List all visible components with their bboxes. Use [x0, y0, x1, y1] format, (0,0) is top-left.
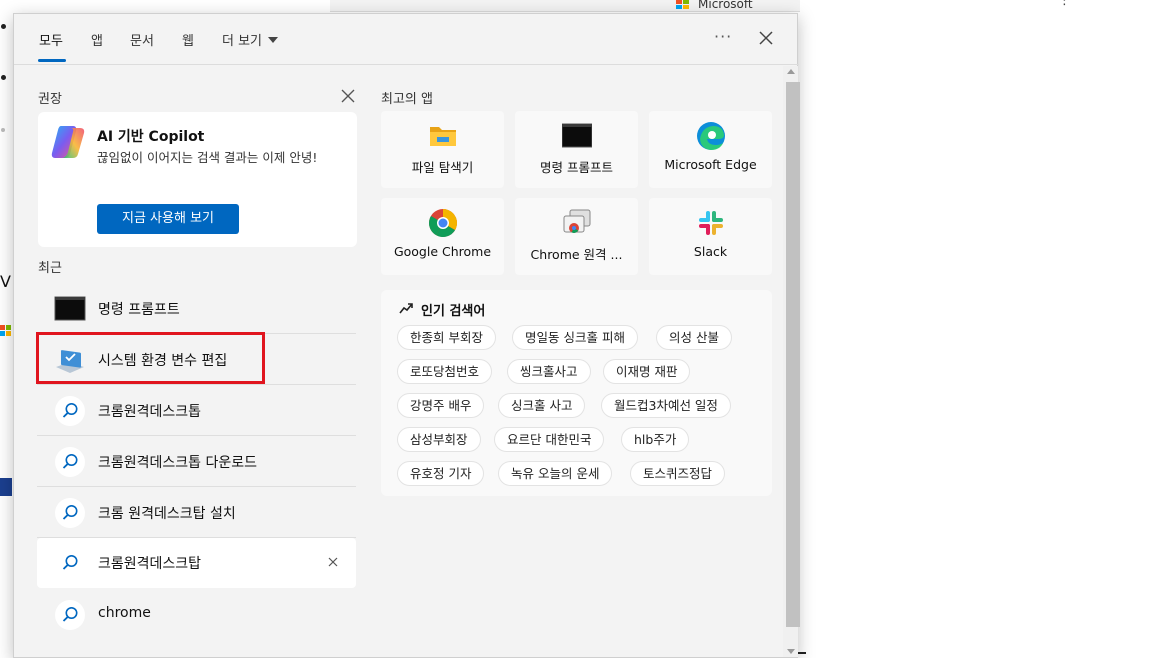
recent-item-search-3[interactable]: 크롬 원격데스크탑 설치 [37, 488, 356, 538]
app-tile-file-explorer[interactable]: 파일 탐색기 [381, 111, 504, 188]
trending-chip[interactable]: 한종희 부회장 [397, 325, 496, 350]
recent-item-label: chrome [98, 605, 151, 621]
scrollbar[interactable] [783, 66, 800, 657]
trending-chip[interactable]: 씽크홀사고 [507, 359, 591, 384]
trending-arrow-icon [399, 303, 413, 314]
app-tile-command-prompt[interactable]: 명령 프롬프트 [515, 111, 638, 188]
trending-chip[interactable]: 녹유 오늘의 운세 [498, 461, 613, 486]
bullet-icon [1, 128, 5, 132]
recent-item-label: 크롬원격데스크탑 [98, 556, 202, 572]
trending-chip[interactable]: 유호정 기자 [397, 461, 485, 486]
background-logo-icon [0, 478, 12, 496]
top-apps-heading: 최고의 앱 [381, 92, 433, 107]
recent-heading: 최근 [38, 261, 62, 276]
recent-item-label: 명령 프롬프트 [98, 302, 180, 318]
copilot-icon [51, 126, 85, 158]
recent-item-command-prompt[interactable]: 명령 프롬프트 [37, 284, 356, 334]
divider [37, 435, 356, 436]
tab-web[interactable]: 웹 [182, 30, 194, 49]
copilot-description: 끊임없이 이어지는 검색 결과는 이제 안녕! [97, 150, 318, 165]
scroll-down-icon[interactable] [787, 649, 795, 654]
divider [37, 486, 356, 487]
recommended-heading: 권장 [38, 92, 62, 107]
trending-chip[interactable]: 월드컵3차예선 일정 [601, 393, 731, 418]
tab-more[interactable]: 더 보기 [222, 30, 279, 49]
cmd-icon [562, 123, 592, 148]
search-icon [55, 447, 85, 477]
app-tile-chrome[interactable]: Google Chrome [381, 198, 504, 275]
bullet-icon [1, 75, 6, 80]
background-left-edge: V [0, 0, 13, 658]
dismiss-recommendation-icon[interactable] [341, 89, 355, 103]
trending-chip[interactable]: 이재명 재판 [603, 359, 691, 384]
search-icon [55, 548, 85, 578]
more-options-icon[interactable]: ··· [714, 27, 732, 46]
trending-chip[interactable]: 의성 산불 [656, 325, 732, 350]
search-flyout: 모두 앱 문서 웹 더 보기 ··· 권장 AI 기반 Copilot 끊임없이… [13, 13, 800, 658]
app-tile-slack[interactable]: Slack [649, 198, 772, 275]
highlight-annotation [36, 332, 265, 384]
scroll-up-icon[interactable] [787, 69, 795, 74]
scroll-thumb[interactable] [786, 82, 800, 627]
app-tile-edge[interactable]: Microsoft Edge [649, 111, 772, 188]
tab-more-label: 더 보기 [222, 34, 263, 49]
recent-item-search-5[interactable]: chrome [37, 590, 356, 640]
windows-logo-icon [0, 322, 12, 336]
try-copilot-button[interactable]: 지금 사용해 보기 [97, 204, 239, 234]
app-label: Google Chrome [393, 244, 492, 259]
recent-item-label: 크롬 원격데스크탑 설치 [98, 506, 236, 522]
trending-searches: 인기 검색어 한종희 부회장 명일동 싱크홀 피해 의성 산불 로또당첨번호 씽… [381, 290, 772, 496]
slack-icon [699, 211, 723, 235]
search-icon [55, 498, 85, 528]
caret-down-icon [268, 37, 279, 43]
trending-chip[interactable]: hlb주가 [621, 427, 690, 452]
recent-item-search-1[interactable]: 크롬원격데스크톱 [37, 386, 356, 436]
app-label: 파일 탐색기 [411, 160, 474, 175]
recent-item-label: 크롬원격데스크톱 다운로드 [98, 455, 258, 471]
recent-item-label: 크롬원격데스크톱 [98, 404, 202, 420]
trending-chip[interactable]: 토스퀴즈정답 [630, 461, 726, 486]
trending-chip[interactable]: 강명주 배우 [397, 393, 485, 418]
app-label: 명령 프롬프트 [540, 160, 613, 175]
trending-chip[interactable]: 싱크홀 사고 [498, 393, 586, 418]
divider [37, 384, 356, 385]
chrome-icon [429, 209, 457, 237]
background-browser-strip: Microsoft Support ⋮ [330, 0, 1071, 25]
background-fragment: V [0, 272, 11, 291]
trending-heading: 인기 검색어 [421, 304, 486, 319]
search-icon [55, 600, 85, 630]
search-tabs: 모두 앱 문서 웹 더 보기 ··· [14, 14, 799, 65]
tab-documents[interactable]: 문서 [130, 30, 154, 49]
bullet-icon [1, 24, 6, 29]
app-label: Microsoft Edge [664, 157, 757, 172]
background-kebab-icon: ⋮ [1058, 0, 1071, 8]
folder-icon [430, 127, 456, 146]
background-line [798, 652, 806, 654]
trending-chip[interactable]: 로또당첨번호 [397, 359, 493, 384]
app-label: Slack [693, 244, 728, 259]
trending-chip[interactable]: 명일동 싱크홀 피해 [512, 325, 638, 350]
trending-chip[interactable]: 삼성부회장 [397, 427, 481, 452]
trending-chip[interactable]: 요르단 대한민국 [494, 427, 605, 452]
remove-recent-icon[interactable] [327, 556, 339, 568]
edge-icon [697, 122, 725, 150]
close-icon[interactable] [756, 28, 776, 48]
active-tab-indicator [38, 59, 66, 62]
remote-desktop-icon [563, 209, 591, 233]
app-tile-chrome-remote[interactable]: Chrome 원격 ... [515, 198, 638, 275]
recent-item-search-4[interactable]: 크롬원격데스크탑 [37, 538, 356, 588]
recent-item-search-2[interactable]: 크롬원격데스크톱 다운로드 [37, 437, 356, 487]
app-label: Chrome 원격 ... [530, 247, 623, 262]
tab-all[interactable]: 모두 [39, 30, 63, 49]
search-icon [55, 396, 85, 426]
cmd-icon [54, 296, 86, 321]
microsoft-logo-icon [676, 0, 689, 9]
copilot-card: AI 기반 Copilot 끊임없이 이어지는 검색 결과는 이제 안녕! 지금… [38, 112, 357, 247]
tab-apps[interactable]: 앱 [91, 30, 103, 49]
copilot-title: AI 기반 Copilot [97, 129, 205, 145]
